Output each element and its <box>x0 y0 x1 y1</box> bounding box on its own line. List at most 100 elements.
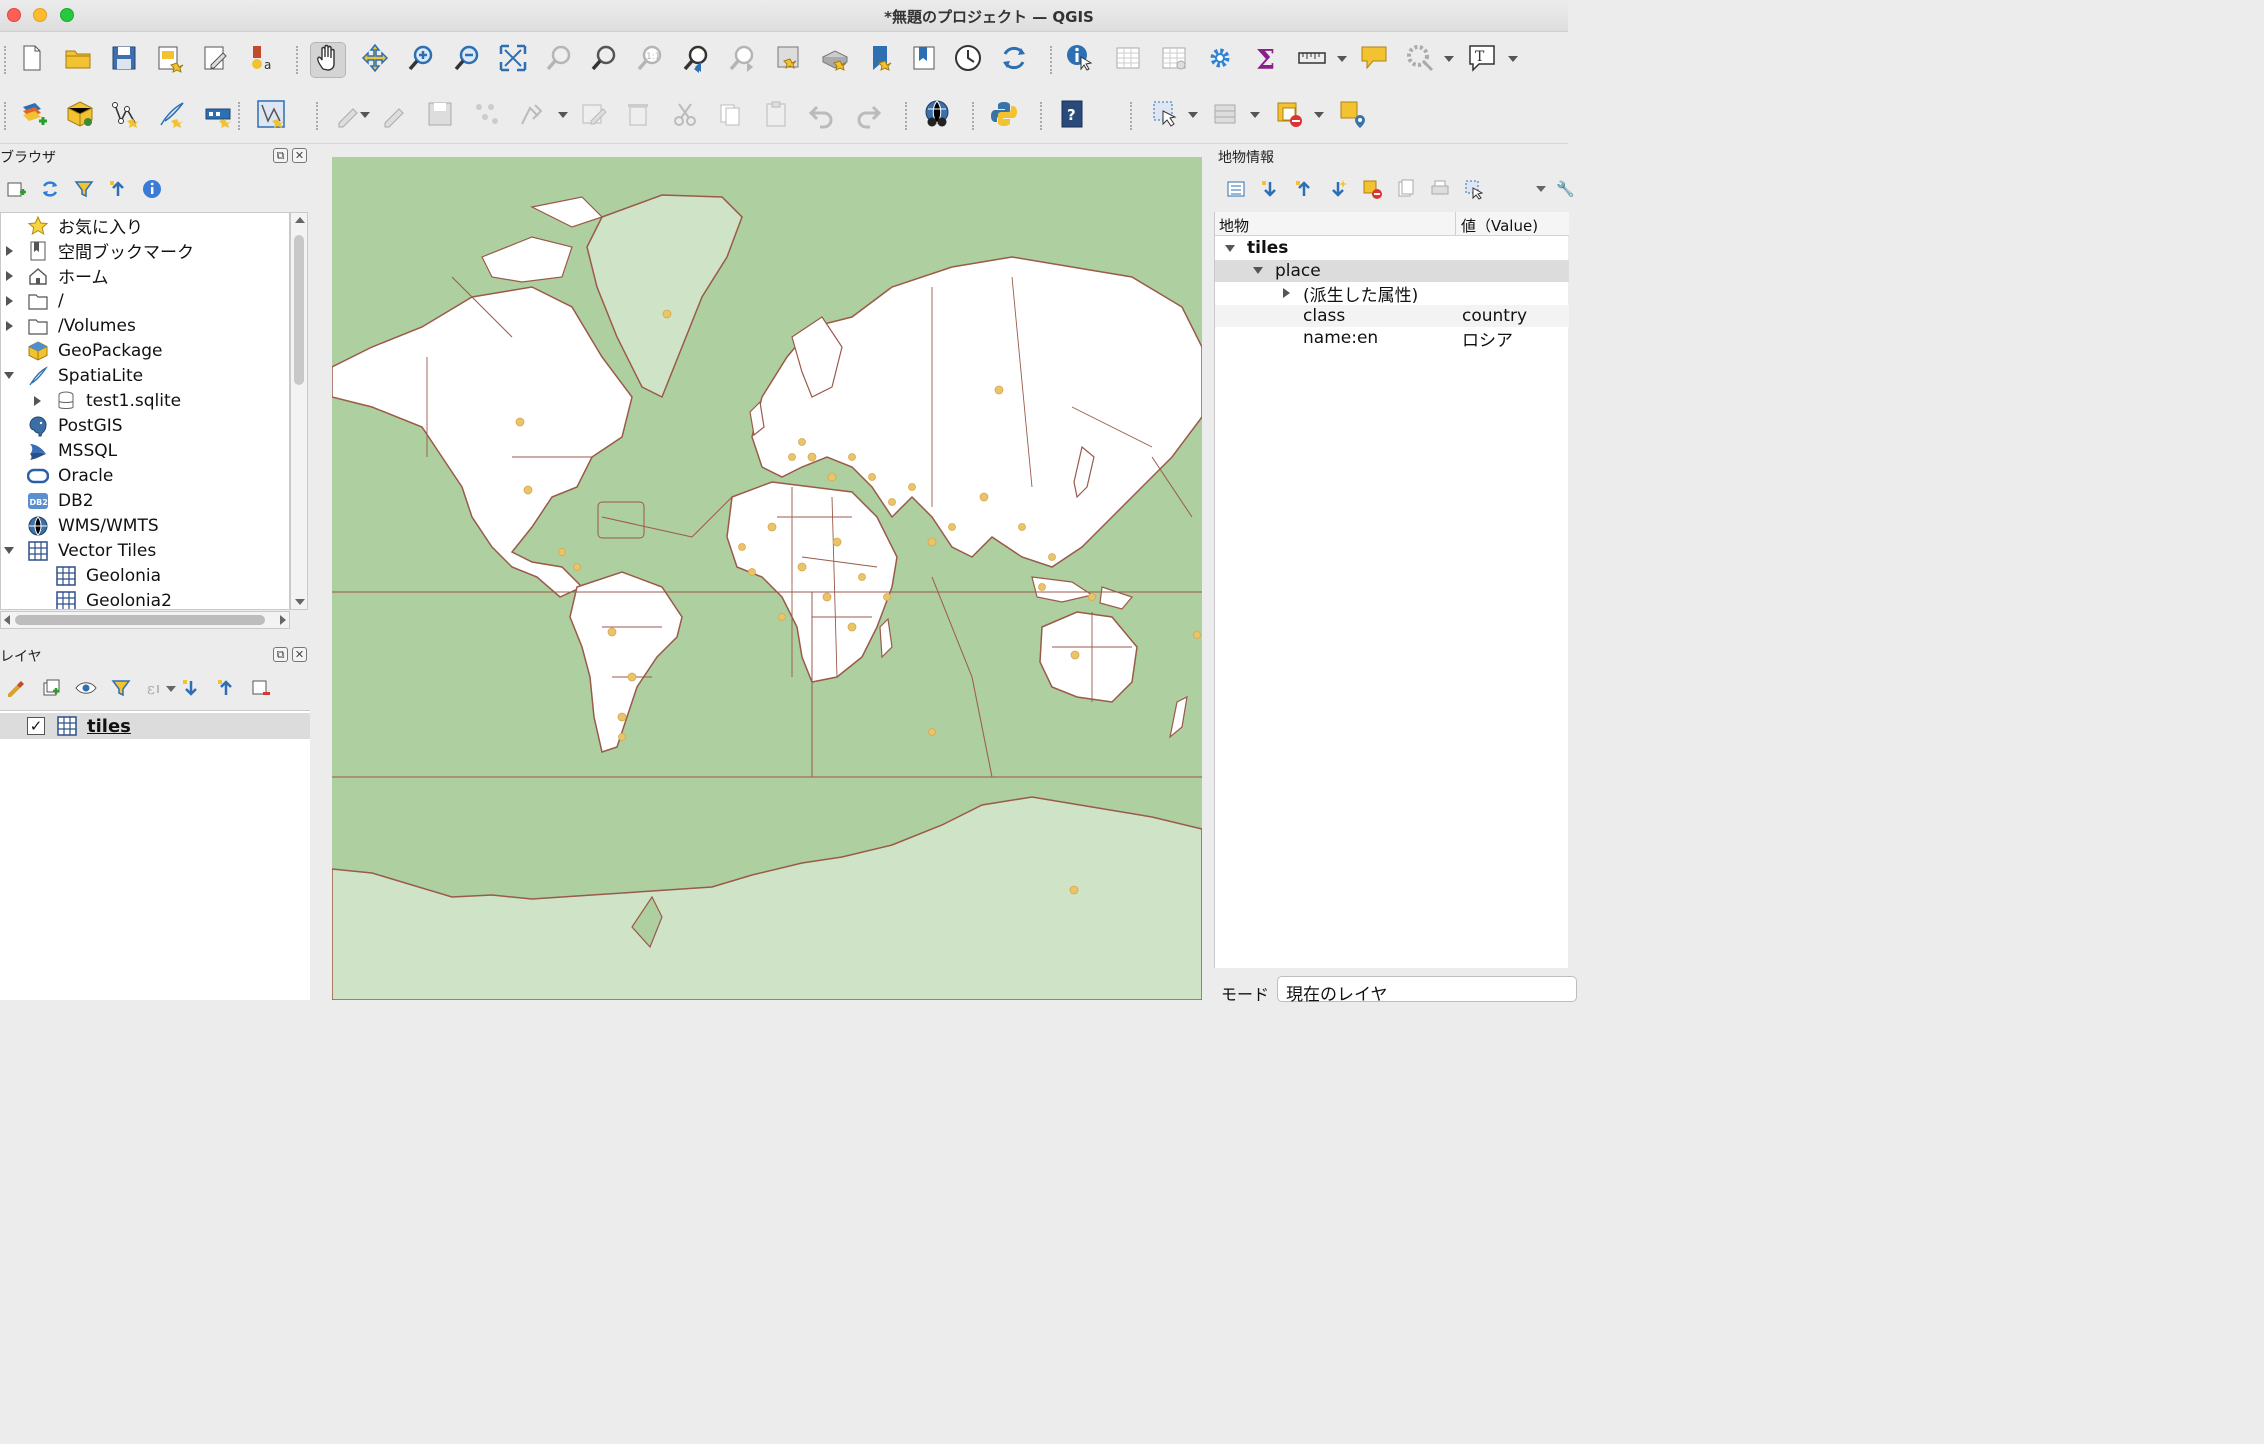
float-panel-button[interactable]: ⧉ <box>273 148 288 163</box>
collapse-arrow[interactable] <box>2 547 16 554</box>
identify-row[interactable]: place <box>1215 259 1569 282</box>
browser-item-geolonia2[interactable]: Geolonia2 <box>1 588 289 609</box>
toolbar-grip[interactable] <box>905 102 909 130</box>
new-virtual-layer-button[interactable] <box>200 98 236 134</box>
scrollbar-thumb[interactable] <box>294 235 304 385</box>
expand-arrow[interactable] <box>2 295 16 306</box>
help-button[interactable]: ? <box>1054 98 1090 134</box>
browser-item-[interactable]: / <box>1 288 289 313</box>
browser-item-oracle[interactable]: Oracle <box>1 463 289 488</box>
browser-item-test1-sqlite[interactable]: test1.sqlite <box>1 388 289 413</box>
close-panel-button[interactable]: ✕ <box>292 647 307 662</box>
expand-arrow[interactable] <box>2 320 16 331</box>
toggle-editing-button[interactable] <box>376 98 412 134</box>
close-panel-button[interactable]: ✕ <box>292 148 307 163</box>
modify-attributes-button[interactable] <box>576 98 612 134</box>
zoom-out-button[interactable] <box>449 42 485 78</box>
layout-manager-button[interactable] <box>198 42 234 78</box>
float-panel-button[interactable]: ⧉ <box>273 647 288 662</box>
save-edits-button[interactable] <box>422 98 458 134</box>
refresh-button[interactable] <box>996 42 1032 78</box>
dropdown-arrow[interactable] <box>1188 112 1198 118</box>
mode-select[interactable]: 現在のレイヤ <box>1277 976 1577 1005</box>
scrollbar-thumb[interactable] <box>15 615 265 625</box>
filter-legend-icon[interactable] <box>109 676 133 700</box>
layer-visibility-checkbox[interactable]: ✓ <box>27 717 45 735</box>
add-feature-button[interactable] <box>514 98 550 134</box>
undo-button[interactable] <box>804 98 840 134</box>
expression-dropdown-arrow[interactable] <box>166 686 176 692</box>
deselect-all-button[interactable] <box>1272 98 1308 134</box>
filter-expression-icon[interactable]: ε <box>144 676 168 700</box>
digitizing-button[interactable] <box>253 98 289 134</box>
browser-horizontal-scrollbar[interactable] <box>0 611 290 629</box>
zoom-to-selection-button[interactable] <box>541 42 577 78</box>
new-geopackage-layer-button[interactable] <box>62 98 98 134</box>
remove-layer-icon[interactable] <box>249 676 273 700</box>
toolbar-grip[interactable] <box>316 102 320 130</box>
zoom-in-button[interactable] <box>403 42 439 78</box>
toolbar-grip[interactable] <box>1050 46 1054 74</box>
identify-mode-icon[interactable] <box>1462 177 1486 201</box>
left-dock-splitter[interactable] <box>312 157 316 1000</box>
statistics-button[interactable]: Σ <box>1248 42 1284 78</box>
pan-button[interactable] <box>310 42 346 78</box>
data-source-manager-button[interactable] <box>16 98 52 134</box>
toolbar-grip[interactable] <box>4 102 8 130</box>
collapse-arrow[interactable] <box>1223 244 1237 252</box>
browser-item-[interactable]: ホーム <box>1 263 289 288</box>
temporal-controller-button[interactable] <box>950 42 986 78</box>
delete-selected-button[interactable] <box>620 98 656 134</box>
dropdown-arrow[interactable] <box>1337 56 1347 62</box>
value-column-header[interactable]: 値（Value) <box>1461 215 1538 236</box>
map-canvas[interactable] <box>332 157 1202 1000</box>
new-shapefile-layer-button[interactable] <box>108 98 144 134</box>
expand-arrow[interactable] <box>30 395 44 406</box>
dropdown-arrow[interactable] <box>1444 56 1454 62</box>
measure-button[interactable] <box>1294 42 1330 78</box>
identify-row[interactable]: name:en ロシア <box>1215 327 1569 351</box>
settings-icon[interactable]: 🔧 <box>1556 180 1575 198</box>
styling-icon[interactable] <box>4 676 28 700</box>
zoom-to-layer-button[interactable] <box>586 42 622 78</box>
collapse-arrow[interactable] <box>1251 267 1265 274</box>
new-3d-view-button[interactable] <box>817 42 853 78</box>
style-manager-button[interactable]: a <box>244 42 280 78</box>
toolbar-grip[interactable] <box>238 102 242 130</box>
expand-arrow[interactable] <box>2 270 16 281</box>
browser-item-geopackage[interactable]: GeoPackage <box>1 338 289 363</box>
dropdown-arrow[interactable] <box>558 112 568 118</box>
python-console-button[interactable] <box>986 98 1022 134</box>
cut-features-button[interactable] <box>667 98 703 134</box>
map-tips-button[interactable] <box>1356 42 1392 78</box>
collapse-all-layers-icon[interactable] <box>214 676 238 700</box>
identify-row[interactable]: (派生した属性) <box>1215 282 1569 306</box>
visibility-icon[interactable] <box>74 676 98 700</box>
browser-item-vector-tiles[interactable]: Vector Tiles <box>1 538 289 563</box>
field-calculator-button[interactable] <box>1156 42 1192 78</box>
expand-new-results-icon[interactable] <box>1326 177 1350 201</box>
identify-mode-dropdown-arrow[interactable] <box>1536 186 1546 192</box>
zoom-full-button[interactable] <box>495 42 531 78</box>
collapse-arrow[interactable] <box>2 372 16 379</box>
new-print-layout-button[interactable] <box>152 42 188 78</box>
expand-arrow[interactable] <box>1279 288 1293 298</box>
browser-item-db2[interactable]: DB2 DB2 <box>1 488 289 513</box>
expand-arrow[interactable] <box>2 245 16 256</box>
expand-all-icon[interactable] <box>1258 177 1282 201</box>
vertex-tool-button[interactable] <box>468 98 504 134</box>
collapse-all-icon[interactable] <box>106 177 130 201</box>
browser-vertical-scrollbar[interactable] <box>290 212 308 610</box>
redo-button[interactable] <box>850 98 886 134</box>
toolbar-grip[interactable] <box>4 46 8 74</box>
browser-item-wms-wmts[interactable]: WMS/WMTS <box>1 513 289 538</box>
new-map-view-button[interactable] <box>771 42 807 78</box>
dropdown-arrow[interactable] <box>1250 112 1260 118</box>
identify-row[interactable]: class country <box>1215 304 1569 327</box>
show-bookmarks-button[interactable] <box>906 42 942 78</box>
browser-item-[interactable]: 空間ブックマーク <box>1 238 289 263</box>
identify-row[interactable]: tiles <box>1215 237 1569 259</box>
expand-all-icon[interactable] <box>179 676 203 700</box>
right-dock-splitter[interactable] <box>1206 157 1210 1000</box>
browser-item-geolonia[interactable]: Geolonia <box>1 563 289 588</box>
